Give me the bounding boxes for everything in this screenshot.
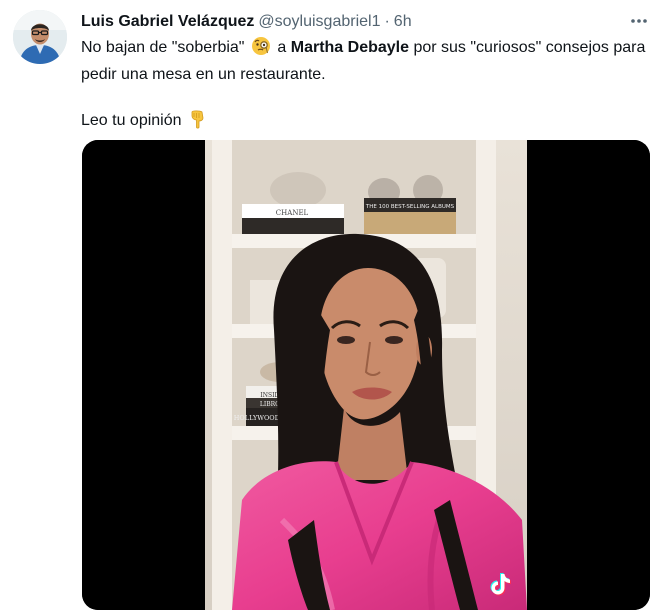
tiktok-logo-icon [490, 573, 511, 596]
avatar-image [13, 10, 67, 64]
face-with-monocle-emoji [251, 36, 271, 63]
mention-name: Martha Debayle [290, 39, 409, 56]
author-name[interactable]: Luis Gabriel Velázquez [81, 13, 254, 31]
shelf-book-1: CHANEL [276, 209, 309, 217]
tweet: Luis Gabriel Velázquez @soyluisgabriel1 … [0, 0, 672, 610]
more-dots-icon [631, 19, 647, 23]
backhand-index-pointing-down-emoji [188, 109, 208, 136]
more-options-button[interactable] [626, 10, 652, 32]
text-part2: a [277, 39, 287, 56]
author-handle[interactable]: @soyluisgabriel1 [258, 13, 380, 31]
shelf-book-2: THE 100 BEST-SELLING ALBUMS [365, 204, 455, 210]
separator-dot: · [384, 13, 390, 30]
tweet-header: Luis Gabriel Velázquez @soyluisgabriel1 … [81, 12, 412, 32]
tweet-text-line2: Leo tu opinión [81, 109, 659, 136]
tweet-text: No bajan de "soberbia" a Martha Debayle … [81, 36, 659, 136]
text-part1: No bajan de "soberbia" [81, 39, 245, 56]
tweet-timestamp[interactable]: 6h [394, 13, 412, 31]
video-frame: CHANEL THE 100 BEST-SELLING ALBUMS INSID… [82, 140, 650, 610]
tiktok-watermark [487, 570, 515, 598]
video-media[interactable]: CHANEL THE 100 BEST-SELLING ALBUMS INSID… [82, 140, 650, 610]
tweet-text-line1: No bajan de "soberbia" a Martha Debayle … [81, 36, 659, 86]
text-line2: Leo tu opinión [81, 112, 182, 129]
avatar[interactable] [13, 10, 67, 64]
